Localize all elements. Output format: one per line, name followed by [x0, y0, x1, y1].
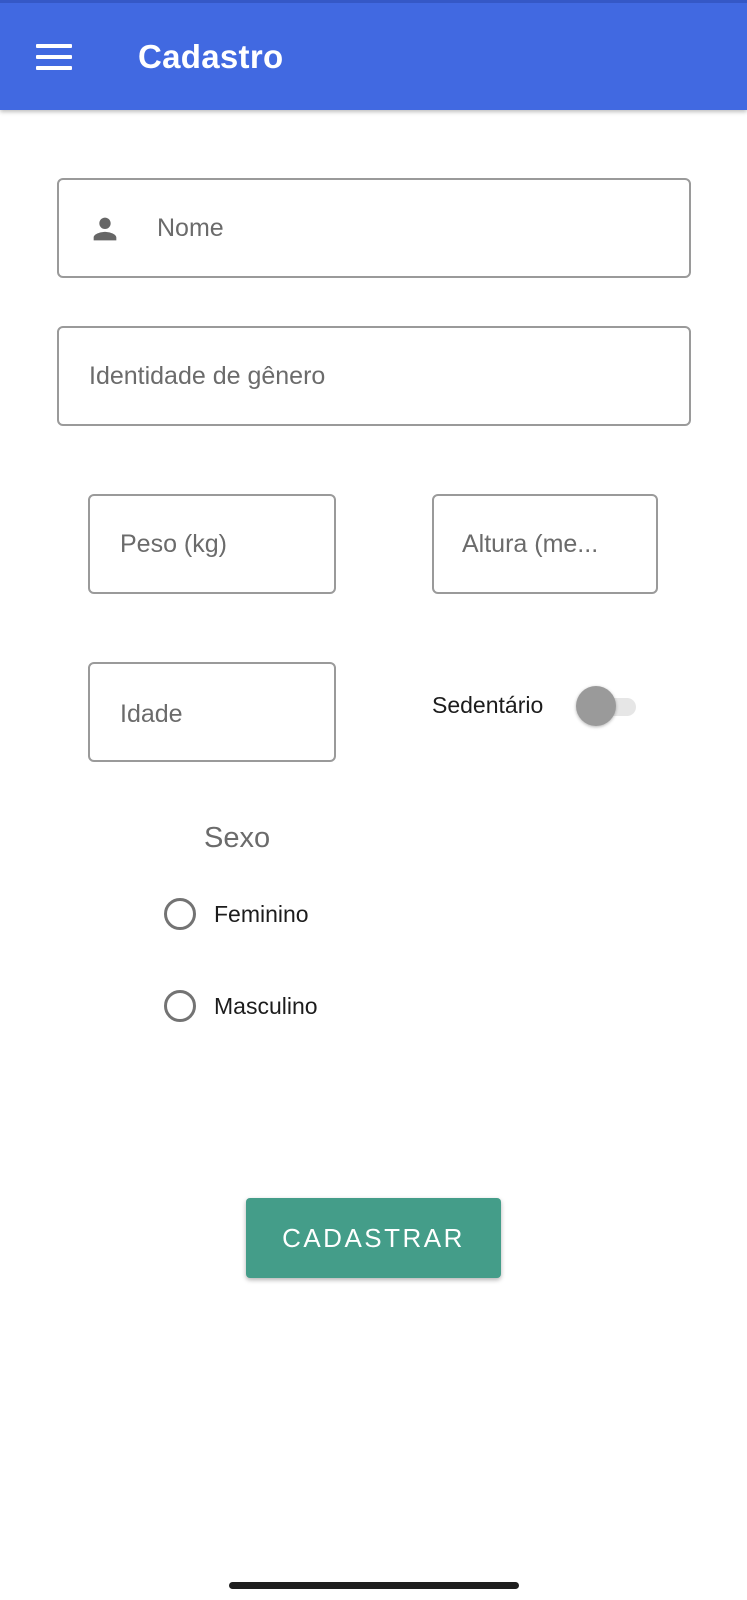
- switch-thumb: [576, 686, 616, 726]
- idade-placeholder: Idade: [120, 700, 183, 728]
- identidade-genero-field[interactable]: Identidade de gênero: [57, 326, 691, 426]
- person-icon: [93, 217, 117, 241]
- sedentario-label: Sedentário: [432, 692, 544, 718]
- radio-circle-icon: [164, 898, 196, 930]
- nome-placeholder: Nome: [157, 214, 224, 242]
- altura-placeholder: Altura (me...: [462, 530, 599, 558]
- sexo-label: Sexo: [204, 822, 271, 854]
- page-title: Cadastro: [138, 38, 284, 75]
- radio-circle-icon: [164, 990, 196, 1022]
- menu-icon[interactable]: [36, 44, 72, 70]
- cadastrar-button[interactable]: CADASTRAR: [246, 1198, 501, 1278]
- peso-field[interactable]: Peso (kg): [88, 494, 336, 594]
- status-strip: [0, 0, 747, 3]
- radio-label-masculino: Masculino: [214, 993, 318, 1019]
- sedentario-switch[interactable]: [576, 686, 638, 726]
- app-bar: Cadastro: [0, 0, 747, 110]
- peso-placeholder: Peso (kg): [120, 530, 227, 558]
- altura-field[interactable]: Altura (me...: [432, 494, 658, 594]
- idade-field[interactable]: Idade: [88, 662, 336, 762]
- home-indicator[interactable]: [229, 1582, 519, 1589]
- radio-label-feminino: Feminino: [214, 901, 309, 927]
- nome-field[interactable]: Nome: [57, 178, 691, 278]
- identidade-genero-placeholder: Identidade de gênero: [89, 362, 326, 390]
